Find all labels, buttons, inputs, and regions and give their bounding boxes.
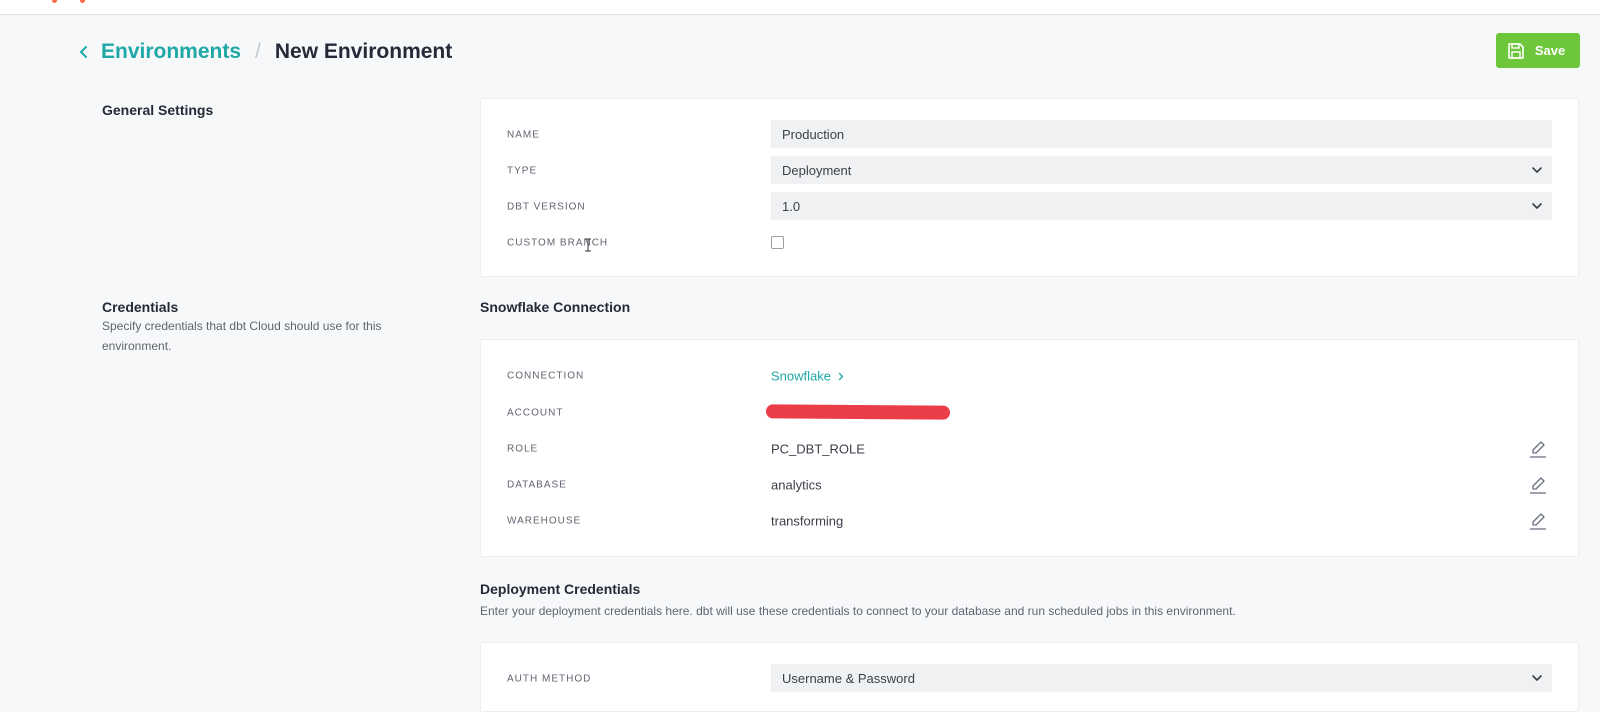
save-button-label: Save [1534, 43, 1566, 58]
dbt-version-label: DBT VERSION [507, 201, 586, 213]
chevron-down-icon [1530, 671, 1544, 685]
text-cursor-icon [584, 238, 592, 252]
breadcrumb-separator: / [255, 40, 261, 63]
type-row: TYPE Deployment [481, 156, 1578, 186]
save-button[interactable]: Save [1496, 33, 1580, 68]
account-label: ACCOUNT [507, 407, 564, 419]
breadcrumb: Environments / New Environment [77, 38, 452, 66]
type-select[interactable]: Deployment [771, 156, 1552, 184]
floppy-disk-icon [1507, 42, 1525, 60]
database-label: DATABASE [507, 479, 567, 491]
name-row: NAME [481, 120, 1578, 150]
credentials-title: Credentials [102, 299, 179, 315]
page-title: New Environment [274, 40, 453, 63]
role-value: PC_DBT_ROLE [771, 441, 865, 457]
redaction-mark [765, 404, 951, 420]
chevron-down-icon [1530, 199, 1544, 213]
deployment-credentials-card: AUTH METHOD Username & Password [480, 642, 1579, 712]
chevron-down-icon [1530, 163, 1544, 177]
warehouse-value: transforming [771, 513, 844, 529]
type-label: TYPE [507, 165, 538, 177]
custom-branch-checkbox[interactable] [771, 236, 784, 249]
back-chevron-icon[interactable] [77, 45, 91, 59]
pencil-edit-icon[interactable] [1528, 475, 1548, 495]
database-value: analytics [771, 477, 822, 493]
snowflake-connection-link[interactable]: Snowflake [771, 369, 845, 384]
chevron-right-icon [837, 372, 845, 380]
auth-method-select-value: Username & Password [782, 670, 915, 686]
dbt-logo-fragment [52, 0, 92, 4]
credentials-description: Specify credentials that dbt Cloud shoul… [102, 319, 382, 353]
role-row: ROLE PC_DBT_ROLE [481, 434, 1578, 464]
general-settings-card: NAME TYPE Deployment DBT VERSION 1.0 CUS… [480, 98, 1579, 277]
dbt-version-select[interactable]: 1.0 [771, 192, 1552, 220]
pencil-edit-icon[interactable] [1528, 511, 1548, 531]
connection-label: CONNECTION [507, 370, 585, 382]
name-input[interactable] [782, 126, 1552, 142]
top-bar [0, 0, 1600, 15]
breadcrumb-environments-link[interactable]: Environments [101, 40, 241, 64]
warehouse-row: WAREHOUSE transforming [481, 506, 1578, 536]
dbt-version-select-value: 1.0 [782, 198, 801, 214]
auth-method-row: AUTH METHOD Username & Password [481, 664, 1578, 694]
deployment-credentials-description: Enter your deployment credentials here. … [480, 604, 1236, 618]
general-settings-title: General Settings [102, 102, 214, 118]
snowflake-connection-link-text: Snowflake [771, 368, 831, 384]
account-row: ACCOUNT [481, 398, 1578, 428]
deployment-credentials-title: Deployment Credentials [480, 581, 641, 597]
name-field[interactable] [771, 120, 1552, 148]
auth-method-select[interactable]: Username & Password [771, 664, 1552, 692]
type-select-value: Deployment [782, 162, 852, 178]
custom-branch-row: CUSTOM BRANCH [481, 228, 1578, 258]
snowflake-connection-card: CONNECTION Snowflake ACCOUNT ROLE PC_DBT… [480, 339, 1579, 557]
snowflake-connection-title: Snowflake Connection [480, 299, 631, 315]
role-label: ROLE [507, 443, 539, 455]
warehouse-label: WAREHOUSE [507, 515, 582, 527]
pencil-edit-icon[interactable] [1528, 439, 1548, 459]
connection-row: CONNECTION Snowflake [481, 361, 1578, 391]
auth-method-label: AUTH METHOD [507, 673, 592, 685]
database-row: DATABASE analytics [481, 470, 1578, 500]
dbt-version-row: DBT VERSION 1.0 [481, 192, 1578, 222]
name-label: NAME [507, 129, 540, 141]
custom-branch-label: CUSTOM BRANCH [507, 237, 609, 249]
